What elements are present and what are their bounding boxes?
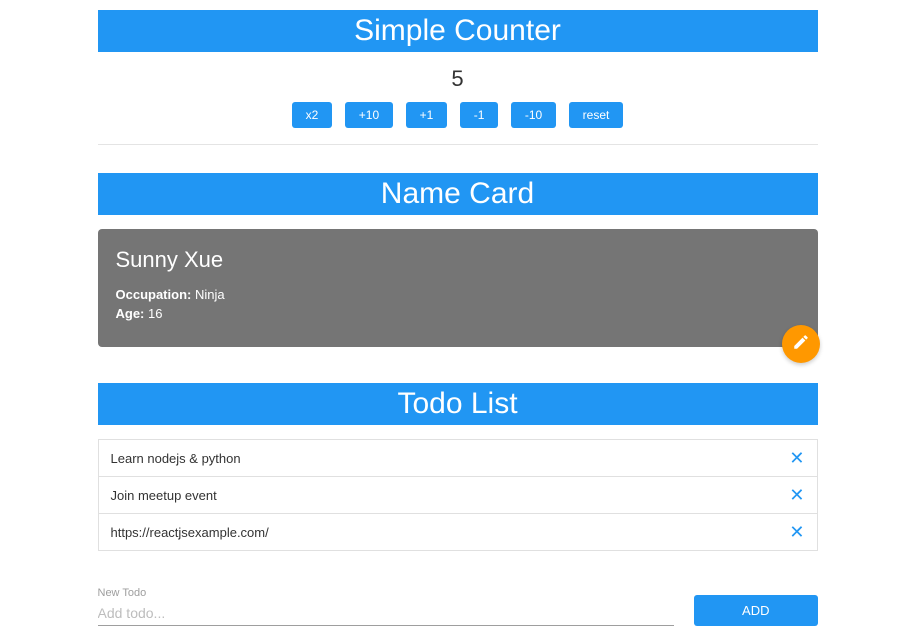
todo-item: Join meetup event ✕ [98, 477, 818, 514]
occupation-label: Occupation: [116, 287, 192, 302]
name-card-occupation: Occupation: Ninja [116, 287, 800, 302]
todo-input[interactable] [98, 601, 675, 626]
counter-btn-minus1[interactable]: -1 [460, 102, 499, 128]
todo-item: https://reactjsexample.com/ ✕ [98, 514, 818, 551]
edit-button[interactable] [782, 325, 820, 363]
counter-btn-plus10[interactable]: +10 [345, 102, 393, 128]
occupation-value: Ninja [195, 287, 225, 302]
counter-btn-plus1[interactable]: +1 [406, 102, 448, 128]
pencil-icon [792, 333, 810, 356]
todo-input-wrap: New Todo [98, 587, 675, 626]
todo-item: Learn nodejs & python ✕ [98, 439, 818, 477]
todo-text: Learn nodejs & python [111, 451, 241, 466]
counter-title: Simple Counter [98, 10, 818, 52]
todo-add-row: New Todo ADD [98, 587, 818, 626]
age-value: 16 [148, 306, 162, 321]
name-card-name: Sunny Xue [116, 247, 800, 273]
divider [98, 144, 818, 145]
add-button[interactable]: ADD [694, 595, 817, 626]
counter-btn-x2[interactable]: x2 [292, 102, 333, 128]
todo-delete-icon[interactable]: ✕ [789, 449, 804, 467]
namecard-title: Name Card [98, 173, 818, 215]
age-label: Age: [116, 306, 145, 321]
todo-delete-icon[interactable]: ✕ [789, 486, 804, 504]
todo-input-label: New Todo [98, 587, 675, 599]
todo-list: Learn nodejs & python ✕ Join meetup even… [98, 439, 818, 551]
name-card-age: Age: 16 [116, 306, 800, 321]
todo-title: Todo List [98, 383, 818, 425]
name-card: Sunny Xue Occupation: Ninja Age: 16 [98, 229, 818, 347]
counter-btn-reset[interactable]: reset [569, 102, 624, 128]
counter-value: 5 [98, 66, 818, 92]
counter-buttons: x2 +10 +1 -1 -10 reset [98, 102, 818, 128]
todo-text: Join meetup event [111, 488, 217, 503]
counter-btn-minus10[interactable]: -10 [511, 102, 556, 128]
todo-text: https://reactjsexample.com/ [111, 525, 269, 540]
todo-delete-icon[interactable]: ✕ [789, 523, 804, 541]
